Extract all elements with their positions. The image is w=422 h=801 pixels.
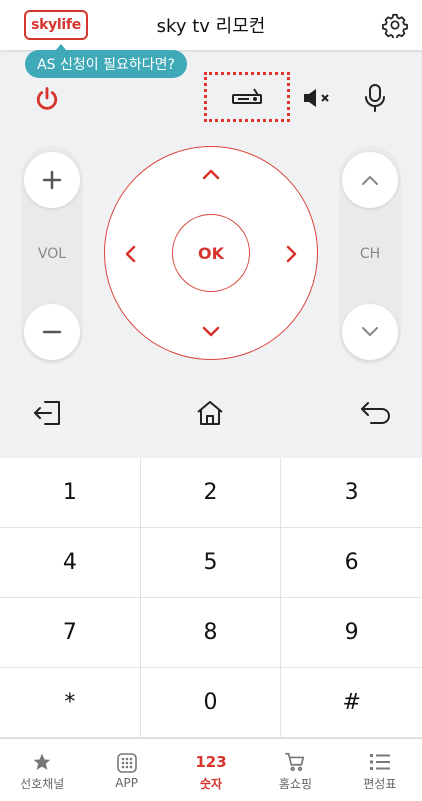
plus-icon	[42, 170, 62, 190]
nav-label: APP	[115, 776, 138, 790]
set-top-box-button[interactable]	[204, 72, 290, 122]
key-5[interactable]: 5	[140, 528, 282, 598]
channel-up-button[interactable]	[342, 152, 398, 208]
exit-icon[interactable]	[30, 396, 66, 430]
channel-down-button[interactable]	[342, 304, 398, 360]
star-icon	[32, 749, 52, 775]
nav-label: 선호채널	[20, 776, 65, 791]
microphone-icon[interactable]	[360, 82, 390, 114]
power-icon[interactable]	[30, 82, 64, 116]
number-keypad: 1 2 3 4 5 6 7 8 9 * 0 #	[0, 458, 422, 738]
key-9[interactable]: 9	[281, 598, 422, 668]
number-icon-text: 123	[195, 752, 227, 771]
key-3[interactable]: 3	[281, 458, 422, 528]
chevron-up-icon	[362, 176, 378, 185]
shopping-cart-icon	[284, 749, 306, 775]
key-4[interactable]: 4	[0, 528, 141, 598]
dpad-down-button[interactable]	[199, 320, 223, 344]
nav-label: 숫자	[199, 776, 223, 791]
dpad-right-button[interactable]	[280, 242, 304, 266]
nav-favorite-channels[interactable]: 선호채널	[0, 739, 84, 801]
chevron-up-icon	[202, 169, 220, 180]
channel-label: CH	[359, 246, 381, 262]
minus-icon	[42, 330, 62, 334]
page-title: sky tv 리모컨	[156, 16, 266, 37]
key-7[interactable]: 7	[0, 598, 141, 668]
key-1[interactable]: 1	[0, 458, 141, 528]
volume-label: VOL	[37, 246, 67, 262]
key-hash[interactable]: #	[281, 668, 422, 738]
nav-number[interactable]: 123 숫자	[169, 739, 253, 801]
chevron-right-icon	[286, 245, 297, 263]
nav-app[interactable]: APP	[84, 739, 168, 801]
home-icon[interactable]	[192, 396, 228, 430]
volume-up-button[interactable]	[24, 152, 80, 208]
set-top-box-icon	[232, 88, 262, 104]
app-header: skylife sky tv 리모컨	[0, 0, 422, 50]
as-request-tooltip[interactable]: AS 신청이 필요하다면?	[25, 44, 187, 78]
nav-label: 편성표	[363, 776, 397, 791]
volume-down-button[interactable]	[24, 304, 80, 360]
dpad-left-button[interactable]	[118, 242, 142, 266]
mute-icon[interactable]	[300, 84, 334, 112]
chevron-down-icon	[362, 327, 378, 336]
ok-button[interactable]: OK	[172, 214, 250, 292]
key-8[interactable]: 8	[140, 598, 282, 668]
key-0[interactable]: 0	[140, 668, 282, 738]
chevron-down-icon	[202, 326, 220, 337]
key-star[interactable]: *	[0, 668, 141, 738]
key-6[interactable]: 6	[281, 528, 422, 598]
nav-home-shopping[interactable]: 홈쇼핑	[253, 739, 337, 801]
nav-schedule[interactable]: 편성표	[338, 739, 422, 801]
key-2[interactable]: 2	[140, 458, 282, 528]
gear-icon[interactable]	[380, 10, 410, 40]
bottom-nav: 선호채널 APP 123 숫자 홈쇼핑 편성표	[0, 738, 422, 801]
chevron-left-icon	[125, 245, 136, 263]
app-grid-icon	[116, 750, 138, 776]
list-icon	[369, 749, 391, 775]
back-icon[interactable]	[356, 396, 396, 430]
dpad-up-button[interactable]	[199, 162, 223, 186]
nav-label: 홈쇼핑	[278, 776, 312, 791]
